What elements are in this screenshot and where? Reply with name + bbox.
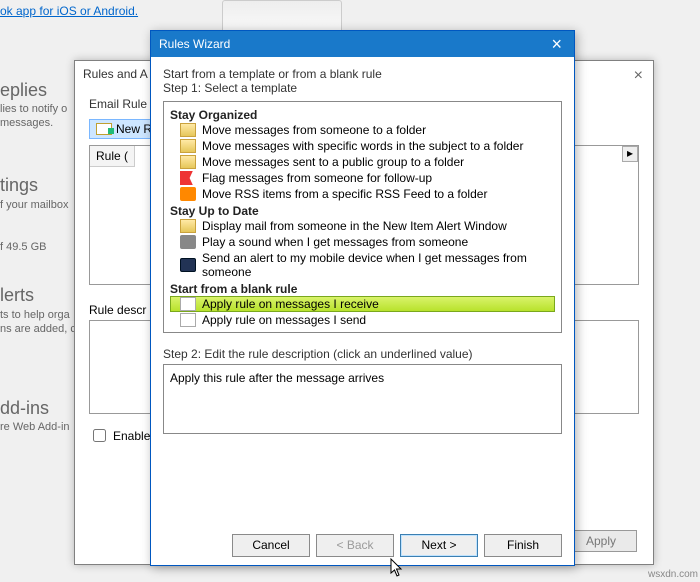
tpl-move-rss[interactable]: Move RSS items from a specific RSS Feed … (170, 186, 555, 202)
group-stay-up-to-date: Stay Up to Date (170, 204, 555, 218)
close-icon[interactable]: × (634, 67, 643, 85)
tpl-display-new-item-alert[interactable]: Display mail from someone in the New Ite… (170, 218, 555, 234)
new-rule-label: New R (116, 122, 152, 136)
next-button[interactable]: Next > (400, 534, 478, 557)
wizard-heading: Start from a template or from a blank ru… (163, 67, 562, 81)
section-replies-title: eplies (0, 80, 47, 101)
envelope-icon (180, 155, 196, 169)
close-icon[interactable]: × (547, 35, 566, 53)
tpl-label: Move RSS items from a specific RSS Feed … (202, 187, 487, 201)
section-replies-desc: lies to notify o messages. (0, 102, 67, 130)
grid-scroll-right[interactable]: ▸ (622, 146, 638, 162)
tpl-label: Apply rule on messages I receive (202, 297, 379, 311)
envelope-icon (180, 219, 196, 233)
blank-rule-icon (180, 313, 196, 327)
tpl-label: Flag messages from someone for follow-up (202, 171, 432, 185)
wizard-step1-label: Step 1: Select a template (163, 81, 562, 95)
back-button: < Back (316, 534, 394, 557)
wizard-step2-label: Step 2: Edit the rule description (click… (163, 347, 562, 361)
rss-icon (180, 187, 196, 201)
tpl-play-sound[interactable]: Play a sound when I get messages from so… (170, 234, 555, 250)
finish-button[interactable]: Finish (484, 534, 562, 557)
rules-wizard-dialog: Rules Wizard × Start from a template or … (150, 30, 575, 566)
enable-rules-label: Enable (113, 429, 150, 443)
tpl-label: Move messages from someone to a folder (202, 123, 426, 137)
tpl-label: Move messages sent to a public group to … (202, 155, 464, 169)
tpl-label: Send an alert to my mobile device when I… (202, 251, 553, 279)
section-settings-desc: f your mailbox (0, 198, 68, 212)
storage-text: f 49.5 GB (0, 240, 46, 254)
rule-description-editor[interactable]: Apply this rule after the message arrive… (163, 364, 562, 434)
tpl-mobile-alert[interactable]: Send an alert to my mobile device when I… (170, 250, 555, 280)
tpl-move-from-someone[interactable]: Move messages from someone to a folder (170, 122, 555, 138)
speaker-icon (180, 235, 196, 249)
tpl-apply-send[interactable]: Apply rule on messages I send (170, 312, 555, 328)
envelope-icon (180, 123, 196, 137)
envelope-icon (180, 139, 196, 153)
tpl-move-public-group[interactable]: Move messages sent to a public group to … (170, 154, 555, 170)
rule-description-text: Apply this rule after the message arrive… (170, 371, 384, 385)
section-addins-desc: re Web Add-in (0, 420, 70, 434)
section-addins-title: dd-ins (0, 398, 49, 419)
rules-grid-header[interactable]: Rule ( (90, 146, 135, 167)
wizard-title-text: Rules Wizard (159, 37, 230, 51)
section-settings-title: tings (0, 175, 38, 196)
outlook-mobile-link[interactable]: ok app for iOS or Android. (0, 4, 138, 18)
watermark: wsxdn.com (648, 569, 698, 580)
tpl-flag-followup[interactable]: Flag messages from someone for follow-up (170, 170, 555, 186)
section-alerts-desc: ts to help orga ns are added, c (0, 308, 76, 336)
tpl-label: Apply rule on messages I send (202, 313, 366, 327)
tpl-label: Play a sound when I get messages from so… (202, 235, 468, 249)
section-alerts-title: lerts (0, 285, 34, 306)
group-blank-rule: Start from a blank rule (170, 282, 555, 296)
new-rule-button[interactable]: New R (89, 119, 159, 139)
mobile-icon (180, 258, 196, 272)
group-stay-organized: Stay Organized (170, 108, 555, 122)
new-rule-icon (96, 123, 112, 135)
wizard-titlebar[interactable]: Rules Wizard × (151, 31, 574, 57)
apply-button[interactable]: Apply (565, 530, 637, 552)
blank-rule-icon (180, 297, 196, 311)
template-listbox[interactable]: Stay Organized Move messages from someon… (163, 101, 562, 333)
tpl-label: Display mail from someone in the New Ite… (202, 219, 507, 233)
tpl-move-subject-words[interactable]: Move messages with specific words in the… (170, 138, 555, 154)
flag-icon (180, 171, 196, 185)
tpl-apply-receive[interactable]: Apply rule on messages I receive (170, 296, 555, 312)
tpl-label: Move messages with specific words in the… (202, 139, 523, 153)
cancel-button[interactable]: Cancel (232, 534, 310, 557)
enable-rules-checkbox[interactable] (93, 429, 106, 442)
